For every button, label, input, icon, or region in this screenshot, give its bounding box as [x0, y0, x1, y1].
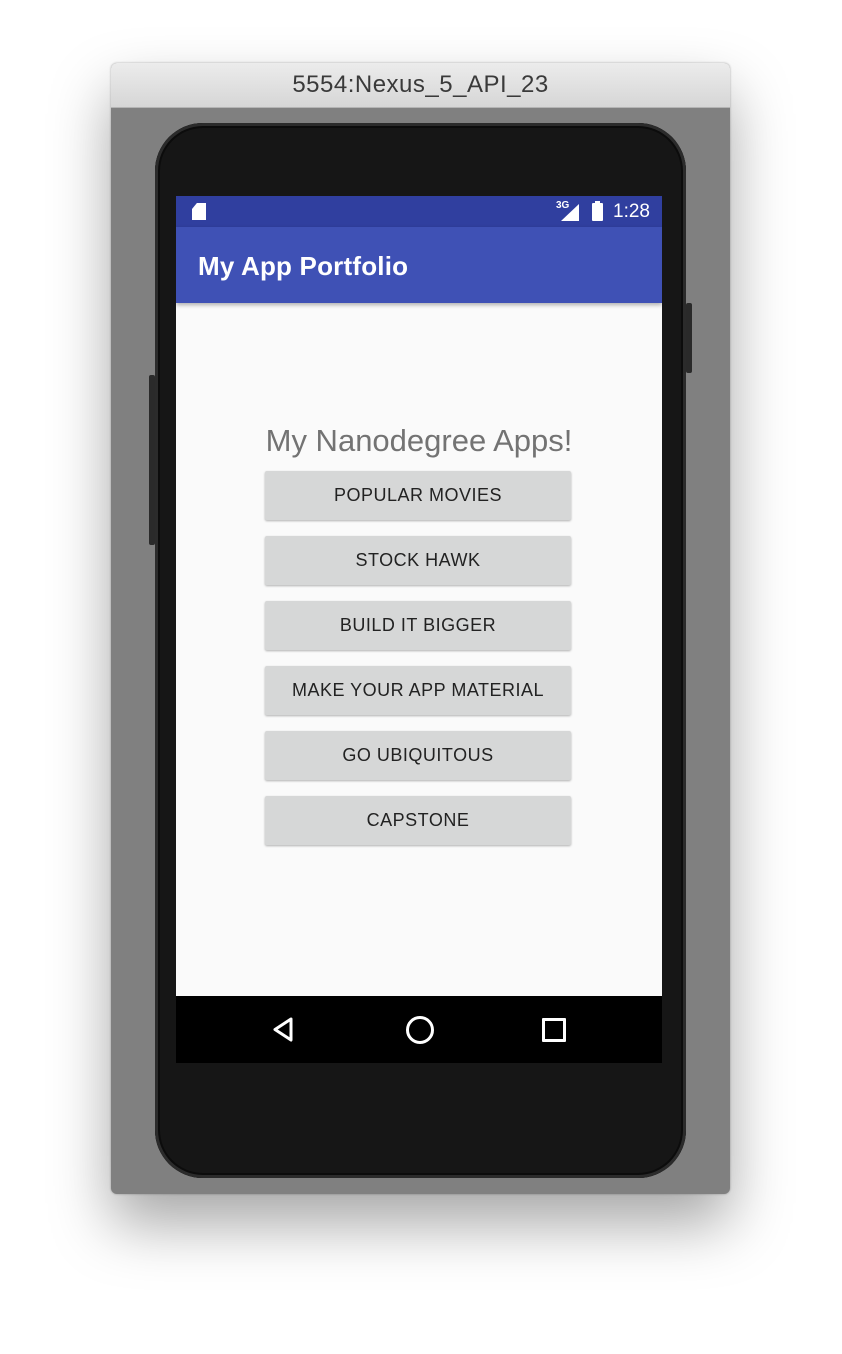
- status-bar: 3G 1:28: [176, 196, 662, 227]
- network-type-label: 3G: [556, 200, 570, 211]
- volume-button[interactable]: [149, 375, 155, 545]
- battery-icon: [592, 201, 603, 221]
- window-title: 5554:Nexus_5_API_23: [111, 63, 730, 108]
- make-your-app-material-button[interactable]: MAKE YOUR APP MATERIAL: [265, 666, 571, 715]
- back-icon[interactable]: [272, 1017, 294, 1042]
- power-button[interactable]: [686, 303, 692, 373]
- popular-movies-button[interactable]: POPULAR MOVIES: [265, 471, 571, 520]
- device-screen: 3G 1:28 My App Portfolio My Nanodegree A…: [176, 196, 662, 1063]
- sd-card-icon: [192, 203, 206, 220]
- status-clock: 1:28: [613, 201, 650, 222]
- stock-hawk-button[interactable]: STOCK HAWK: [265, 536, 571, 585]
- capstone-button[interactable]: CAPSTONE: [265, 796, 571, 845]
- navigation-bar: [176, 996, 662, 1063]
- recent-apps-icon[interactable]: [542, 1018, 566, 1042]
- app-title: My App Portfolio: [198, 251, 409, 281]
- go-ubiquitous-button[interactable]: GO UBIQUITOUS: [265, 731, 571, 780]
- page-heading: My Nanodegree Apps!: [265, 423, 573, 458]
- build-it-bigger-button[interactable]: BUILD IT BIGGER: [265, 601, 571, 650]
- home-icon[interactable]: [406, 1016, 434, 1044]
- app-bar: My App Portfolio: [176, 227, 662, 303]
